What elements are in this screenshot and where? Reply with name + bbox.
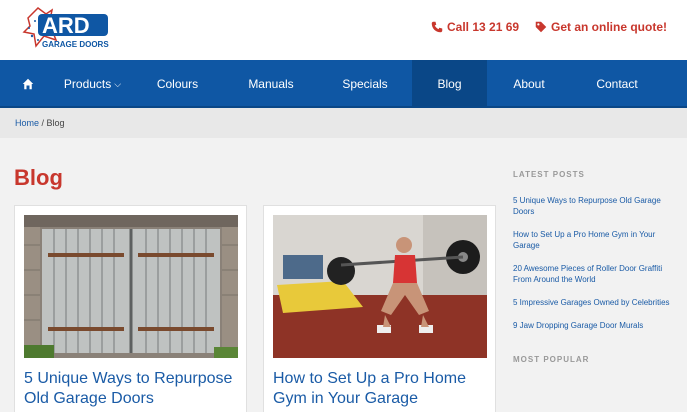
nav-products-label: Products xyxy=(63,77,112,91)
latest-post-link[interactable]: How to Set Up a Pro Home Gym in Your Gar… xyxy=(513,229,673,251)
page-title: Blog xyxy=(14,165,63,190)
nav-colours[interactable]: Colours xyxy=(140,60,215,108)
nav-home[interactable] xyxy=(14,60,42,108)
nav-about-label: About xyxy=(513,77,545,91)
sidebar: LATEST POSTS 5 Unique Ways to Repurpose … xyxy=(513,170,673,364)
chevron-down-icon: ⌵ xyxy=(114,78,122,89)
site-header: ARD GARAGE DOORS Call 13 21 69 Get an on… xyxy=(0,0,687,60)
latest-post-link[interactable]: 5 Unique Ways to Repurpose Old Garage Do… xyxy=(513,195,673,217)
tag-icon xyxy=(535,21,547,33)
breadcrumb-home[interactable]: Home xyxy=(15,118,39,128)
latest-post-link[interactable]: 9 Jaw Dropping Garage Door Murals xyxy=(513,320,673,331)
post-card[interactable]: 5 Unique Ways to Repurpose Old Garage Do… xyxy=(14,205,247,412)
nav-blog[interactable]: Blog xyxy=(412,60,487,108)
post-image-home-gym[interactable] xyxy=(273,215,487,358)
nav-manuals[interactable]: Manuals xyxy=(232,60,310,108)
home-icon xyxy=(22,78,34,90)
breadcrumb-current: Blog xyxy=(46,118,65,128)
nav-contact-label: Contact xyxy=(596,77,638,91)
phone-icon xyxy=(431,21,443,33)
main-nav: Products ⌵ Colours Manuals Specials Blog … xyxy=(0,60,687,108)
nav-products[interactable]: Products ⌵ xyxy=(55,60,130,108)
nav-specials-label: Specials xyxy=(342,77,388,91)
nav-blog-label: Blog xyxy=(437,77,462,91)
nav-manuals-label: Manuals xyxy=(248,77,294,91)
post-image-barn-doors[interactable] xyxy=(24,215,238,358)
post-title[interactable]: 5 Unique Ways to Repurpose Old Garage Do… xyxy=(24,369,238,409)
call-label: Call 13 21 69 xyxy=(447,20,520,34)
call-link[interactable]: Call 13 21 69 xyxy=(431,20,519,34)
quote-link[interactable]: Get an online quote! xyxy=(535,20,667,34)
ard-logo[interactable]: ARD GARAGE DOORS xyxy=(22,6,110,54)
latest-posts-list: 5 Unique Ways to Repurpose Old Garage Do… xyxy=(513,195,673,331)
post-title[interactable]: How to Set Up a Pro Home Gym in Your Gar… xyxy=(273,369,487,409)
logo-text: ARD xyxy=(42,13,90,38)
nav-colours-label: Colours xyxy=(156,77,199,91)
latest-posts-heading: LATEST POSTS xyxy=(513,170,585,179)
breadcrumb: Home / Blog xyxy=(0,108,687,138)
nav-contact[interactable]: Contact xyxy=(580,60,654,108)
breadcrumb-separator: / xyxy=(39,118,47,128)
nav-about[interactable]: About xyxy=(495,60,563,108)
most-popular-heading: MOST POPULAR xyxy=(513,355,590,364)
nav-specials[interactable]: Specials xyxy=(325,60,405,108)
quote-label: Get an online quote! xyxy=(551,20,667,34)
post-card[interactable]: How to Set Up a Pro Home Gym in Your Gar… xyxy=(263,205,496,412)
logo-sub: GARAGE DOORS xyxy=(42,40,109,49)
latest-post-link[interactable]: 5 Impressive Garages Owned by Celebritie… xyxy=(513,297,673,308)
latest-post-link[interactable]: 20 Awesome Pieces of Roller Door Graffit… xyxy=(513,263,673,285)
